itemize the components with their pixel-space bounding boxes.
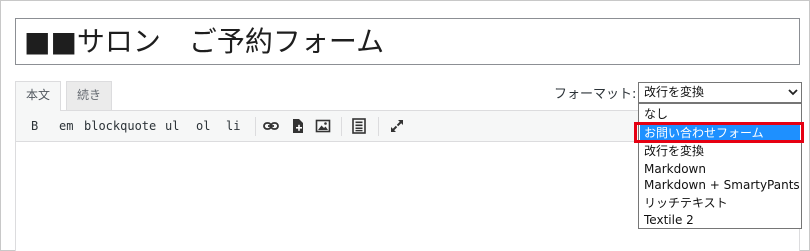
format-select[interactable]: 改行を変換 bbox=[638, 82, 802, 103]
format-option-richtext[interactable]: リッチテキスト bbox=[640, 195, 800, 211]
toolbar-separator bbox=[378, 117, 379, 136]
li-button[interactable]: li bbox=[226, 119, 240, 133]
insert-image-icon[interactable] bbox=[315, 118, 331, 134]
fullscreen-icon[interactable] bbox=[389, 118, 405, 134]
chevron-down-icon bbox=[788, 89, 798, 96]
editor-panel: ■■サロン ご予約フォーム 本文 続き フォーマット: 改行を変換 B em b… bbox=[0, 0, 810, 251]
highlight-annotation-box bbox=[634, 122, 804, 143]
tab-more[interactable]: 続き bbox=[66, 81, 112, 110]
template-icon[interactable] bbox=[351, 118, 367, 134]
em-button[interactable]: em bbox=[59, 119, 73, 133]
toolbar-separator bbox=[255, 117, 256, 136]
format-option-textile[interactable]: Textile 2 bbox=[640, 212, 800, 228]
ul-button[interactable]: ul bbox=[165, 119, 179, 133]
tab-body[interactable]: 本文 bbox=[15, 81, 61, 111]
blockquote-button[interactable]: blockquote bbox=[84, 119, 156, 133]
format-label: フォーマット: bbox=[554, 87, 637, 102]
toolbar-separator bbox=[341, 117, 342, 136]
bold-button[interactable]: B bbox=[31, 119, 38, 133]
insert-file-icon[interactable] bbox=[290, 118, 306, 134]
format-option-markdown-smartypants[interactable]: Markdown + SmartyPants bbox=[640, 177, 800, 193]
ol-button[interactable]: ol bbox=[196, 119, 210, 133]
format-option-none[interactable]: なし bbox=[640, 106, 800, 122]
link-icon[interactable] bbox=[263, 118, 279, 134]
format-option-markdown[interactable]: Markdown bbox=[640, 161, 800, 177]
title-input[interactable]: ■■サロン ご予約フォーム bbox=[15, 18, 800, 65]
format-selected-value: 改行を変換 bbox=[644, 85, 705, 99]
format-option-convert-breaks[interactable]: 改行を変換 bbox=[640, 143, 800, 159]
